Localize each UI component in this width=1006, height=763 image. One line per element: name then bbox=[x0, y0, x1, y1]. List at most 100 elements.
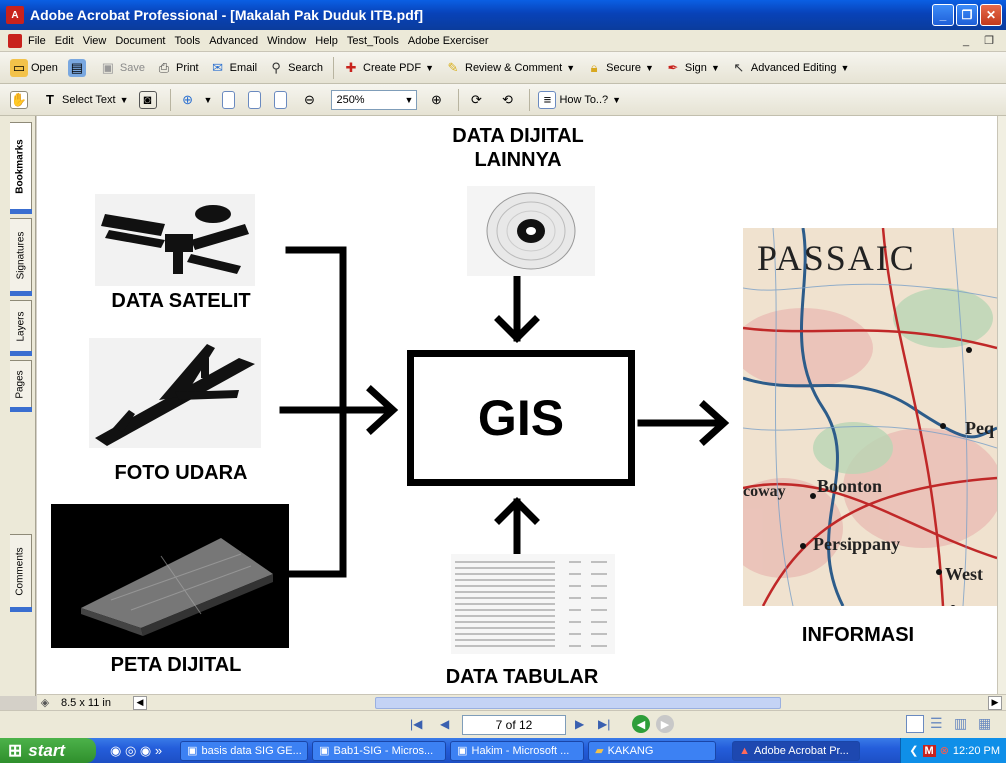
menu-file[interactable]: File bbox=[28, 35, 46, 47]
tab-pages[interactable]: Pages bbox=[10, 360, 32, 412]
rotate-ccw-button[interactable]: ⟲ bbox=[498, 91, 519, 109]
sign-button[interactable]: ✒ Sign ▼ bbox=[664, 59, 719, 77]
tab-layers[interactable]: Layers bbox=[10, 300, 32, 356]
continuous-facing-icon[interactable]: ▦ bbox=[978, 715, 991, 732]
menu-view[interactable]: View bbox=[83, 35, 107, 47]
single-page-icon[interactable] bbox=[906, 715, 924, 733]
next-page-icon[interactable]: ▶ bbox=[575, 717, 584, 731]
menu-window[interactable]: Window bbox=[267, 35, 306, 47]
map-label-west: West bbox=[945, 564, 983, 584]
task-adobe-acrobat[interactable]: ▲ Adobe Acrobat Pr... bbox=[732, 740, 861, 761]
label-data-dijital-lainnya: DATA DIJITAL LAINNYA bbox=[452, 125, 584, 171]
map-label-passaic: PASSAIC bbox=[757, 238, 916, 278]
first-page-icon[interactable]: |◀ bbox=[410, 717, 422, 731]
label-informasi: INFORMASI bbox=[801, 624, 915, 646]
page-size-toggle-icon[interactable]: ◈ bbox=[37, 696, 53, 709]
title-bar: A Adobe Acrobat Professional - [Makalah … bbox=[0, 0, 1006, 30]
fit-width-button[interactable] bbox=[274, 90, 290, 109]
page-size-label: 8.5 x 11 in bbox=[61, 696, 111, 709]
minimize-button[interactable]: _ bbox=[932, 4, 954, 26]
label-foto-udara: FOTO UDARA bbox=[114, 462, 248, 484]
satellite-image bbox=[95, 194, 255, 286]
how-to-button[interactable]: ≡ How To..? ▼ bbox=[538, 90, 621, 109]
menu-advanced[interactable]: Advanced bbox=[209, 35, 258, 47]
table-icon bbox=[455, 561, 607, 647]
magnifier-icon: ⊕ bbox=[182, 91, 193, 107]
document-page[interactable]: PASSAIC Boonton Persippany West Peq cowa… bbox=[37, 116, 997, 694]
zoom-level-select[interactable]: 250% ▼ bbox=[331, 89, 418, 110]
map-label-coway: coway bbox=[743, 483, 786, 500]
print-button[interactable]: ⎙ Print bbox=[155, 59, 199, 77]
menu-edit[interactable]: Edit bbox=[55, 35, 74, 47]
menu-tools[interactable]: Tools bbox=[175, 35, 201, 47]
secure-button[interactable]: 🔒︎ Secure ▼ bbox=[585, 59, 654, 77]
toolbar-separator bbox=[458, 88, 460, 111]
fit-page-button[interactable] bbox=[248, 90, 264, 109]
create-pdf-button[interactable]: ✚ Create PDF ▼ bbox=[342, 59, 434, 77]
terrain-icon bbox=[81, 538, 273, 636]
toolbar-separator bbox=[529, 88, 531, 111]
menu-help[interactable]: Help bbox=[315, 35, 338, 47]
tray-arrow-icon[interactable]: ❮ bbox=[909, 744, 918, 757]
tray-shield-icon[interactable]: ⊗ bbox=[940, 744, 949, 757]
search-button[interactable]: ⚲ Search bbox=[267, 59, 323, 77]
hand-tool-button[interactable]: ✋ bbox=[10, 90, 31, 109]
advanced-editing-button[interactable]: ↖ Advanced Editing ▼ bbox=[730, 59, 849, 77]
menu-document[interactable]: Document bbox=[115, 35, 165, 47]
go-forward-icon[interactable]: ▶ bbox=[656, 715, 674, 733]
start-button[interactable]: ⊞ start bbox=[0, 738, 96, 763]
vertical-scrollbar[interactable] bbox=[997, 116, 1006, 694]
tab-signatures[interactable]: Signatures bbox=[10, 218, 32, 296]
task-hakim[interactable]: ▣ Hakim - Microsoft ... bbox=[450, 740, 585, 761]
task-bab1-sig[interactable]: ▣ Bab1-SIG - Micros... bbox=[312, 740, 447, 761]
open-button[interactable]: ▭ Open bbox=[10, 58, 58, 77]
document-window-controls[interactable]: _ ❐ bbox=[963, 34, 1000, 47]
maximize-button[interactable]: ❐ bbox=[956, 4, 978, 26]
minus-circle-icon: ⊖ bbox=[304, 91, 315, 107]
save-button[interactable]: ▣ Save bbox=[99, 59, 145, 77]
scroll-right-button[interactable]: ▶ bbox=[988, 695, 1002, 710]
map-label-persippany: Persippany bbox=[813, 534, 900, 554]
previous-page-icon[interactable]: ◀ bbox=[440, 717, 449, 731]
organizer-button[interactable]: ▤ bbox=[67, 58, 89, 77]
zoom-in-button[interactable]: ⊕ bbox=[427, 91, 448, 109]
plus-circle-icon: ⊕ bbox=[431, 91, 442, 107]
quick-launch-icons[interactable]: ◉ ◎ ◉ » bbox=[110, 743, 162, 759]
select-text-button[interactable]: T Select Text ▼ bbox=[41, 91, 129, 109]
folder-icon: ▭ bbox=[10, 58, 28, 77]
map-icon: PASSAIC Boonton Persippany West Peq cowa… bbox=[743, 228, 997, 606]
airplane-image bbox=[89, 338, 261, 448]
actual-size-button[interactable] bbox=[222, 90, 238, 109]
last-page-icon[interactable]: ▶| bbox=[598, 717, 610, 731]
menu-adobe-exerciser[interactable]: Adobe Exerciser bbox=[408, 35, 489, 47]
task-basis-data[interactable]: ▣ basis data SIG GE... bbox=[180, 740, 309, 761]
view-toolbar: ✋ T Select Text ▼ ◙ ⊕ ▼ ⊖ 250% ▼ ⊕ ⟳ ⟲ ≡ How … bbox=[0, 84, 1006, 116]
go-back-icon[interactable]: ◀ bbox=[632, 715, 650, 733]
window-title: Adobe Acrobat Professional - [Makalah Pa… bbox=[30, 7, 424, 23]
scroll-left-button[interactable]: ◀ bbox=[133, 695, 147, 710]
label-data-satelit: DATA SATELIT bbox=[111, 290, 251, 312]
scroll-track[interactable] bbox=[151, 696, 984, 709]
email-button[interactable]: ✉ Email bbox=[209, 59, 257, 77]
tab-comments[interactable]: Comments bbox=[10, 534, 32, 612]
windows-flag-icon: ⊞ bbox=[8, 740, 23, 760]
tray-mail-icon[interactable]: M bbox=[922, 744, 936, 757]
close-button[interactable]: ✕ bbox=[980, 4, 1002, 26]
create-pdf-icon: ✚ bbox=[345, 59, 357, 75]
zoom-out-button[interactable]: ⊖ bbox=[300, 91, 321, 109]
horizontal-scrollbar[interactable]: ◈ 8.5 x 11 in ◀ ▶ bbox=[37, 694, 1006, 710]
rotate-button[interactable]: ⟳ bbox=[467, 91, 488, 109]
snapshot-button[interactable]: ◙ bbox=[138, 90, 160, 109]
scroll-thumb[interactable] bbox=[375, 696, 781, 709]
tab-bookmarks[interactable]: Bookmarks bbox=[10, 122, 32, 214]
window-controls: _ ❐ ✕ bbox=[932, 4, 1002, 26]
rotate-icon: ⟳ bbox=[471, 91, 482, 107]
page-number-field[interactable]: 7 of 12 bbox=[462, 715, 566, 735]
facing-icon[interactable]: ▥ bbox=[954, 715, 967, 732]
menu-test-tools[interactable]: Test_Tools bbox=[347, 35, 399, 47]
continuous-icon[interactable]: ☰ bbox=[930, 715, 943, 732]
task-kakang[interactable]: ▰ KAKANG bbox=[588, 740, 717, 761]
email-icon: ✉ bbox=[212, 59, 224, 75]
zoom-in-tool-button[interactable]: ⊕ ▼ bbox=[179, 91, 212, 109]
review-comment-button[interactable]: ✎ Review & Comment ▼ bbox=[444, 59, 576, 77]
